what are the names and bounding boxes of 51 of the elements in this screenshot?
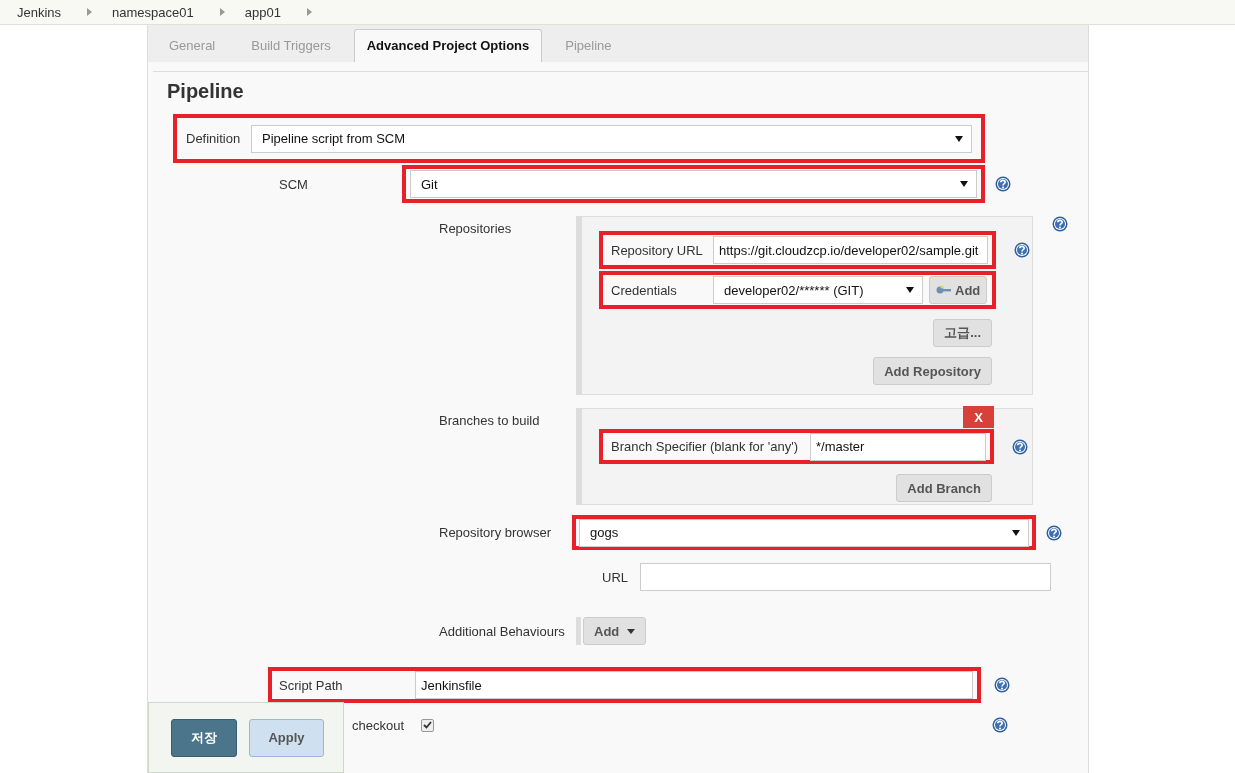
key-icon (936, 285, 952, 295)
field-label: SCM (279, 176, 309, 192)
apply-button[interactable]: Apply (249, 718, 324, 757)
breadcrumb-link[interactable]: namespace01 (112, 4, 194, 20)
field-label: Script Path (279, 677, 344, 693)
delete-button[interactable]: X (963, 406, 994, 428)
save-button[interactable]: 저장 (171, 718, 237, 757)
script-path-field[interactable]: Jenkinsfile (415, 671, 973, 699)
add-dropdown-button[interactable]: Add (583, 617, 647, 645)
add-branch-button[interactable]: Add Branch (896, 474, 992, 502)
help-icon[interactable] (992, 717, 1008, 733)
checkbox[interactable] (421, 718, 434, 732)
field-label: Additional Behaviours (439, 623, 566, 639)
help-icon[interactable] (994, 677, 1010, 693)
indent-bar (576, 617, 581, 645)
repository-url-field[interactable]: https://git.cloudzcp.io/developer02/sample.git (713, 236, 988, 264)
field-label: URL (602, 569, 628, 585)
section-title: Pipeline (167, 80, 245, 104)
help-icon[interactable] (1052, 216, 1068, 232)
checkbox-label: checkout (352, 717, 406, 733)
help-icon[interactable] (1012, 438, 1028, 455)
field-label: Definition (186, 131, 242, 146)
scm-select[interactable]: Git (410, 170, 977, 198)
field-label: Branches to build (439, 412, 541, 428)
credentials-select[interactable]: developer02/****** (GIT) (713, 276, 923, 304)
definition-select[interactable]: Pipeline script from SCM (251, 124, 972, 153)
field-label: Repository URL (610, 242, 704, 258)
branch-specifier-field[interactable]: */master (810, 432, 986, 461)
url-field[interactable] (640, 563, 1051, 591)
caret-icon (906, 287, 914, 293)
caret-icon (627, 628, 636, 634)
repository-browser-select[interactable]: gogs (579, 518, 1029, 547)
breadcrumb-link[interactable]: Jenkins (17, 4, 62, 20)
field-label: Credentials (610, 282, 678, 298)
help-icon[interactable] (995, 176, 1011, 192)
caret-icon (1012, 529, 1020, 536)
help-icon[interactable] (1014, 242, 1030, 258)
add-credentials-button[interactable]: Add (929, 276, 988, 304)
caret-icon (960, 181, 968, 187)
field-label: Branch Specifier (blank for 'any') (610, 439, 800, 454)
caret-icon (955, 135, 963, 142)
chevron-icon (306, 8, 312, 16)
field-label: Repository browser (439, 525, 552, 540)
field-label: Repositories (439, 220, 513, 236)
breadcrumb-link[interactable]: app01 (244, 4, 281, 20)
chevron-icon (87, 8, 93, 16)
advanced-button[interactable]: 고급... (933, 319, 992, 347)
chevron-icon (219, 8, 225, 16)
add-repository-button[interactable]: Add Repository (873, 357, 992, 385)
help-icon[interactable] (1046, 524, 1062, 541)
tab[interactable]: Advanced Project Options (353, 29, 543, 62)
